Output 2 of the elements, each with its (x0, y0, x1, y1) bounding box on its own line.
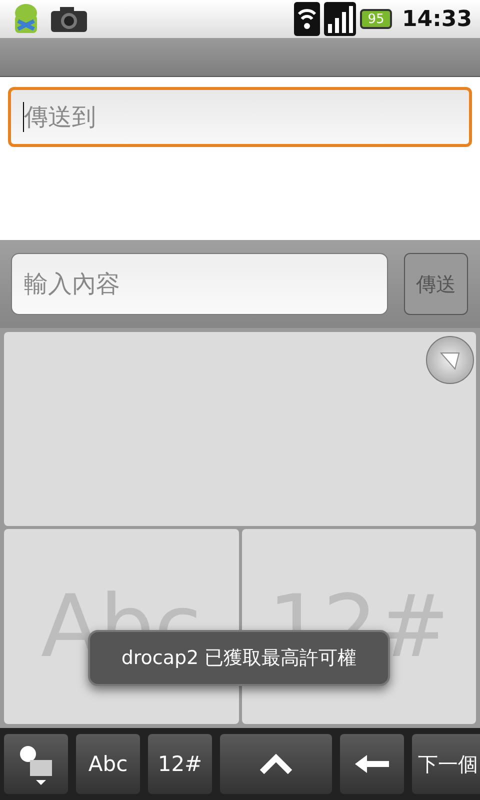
battery-icon: 95 (360, 9, 392, 29)
clock-time: 14:33 (402, 6, 472, 32)
